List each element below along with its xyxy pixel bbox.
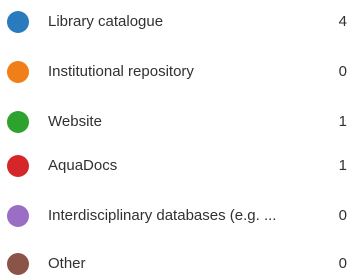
legend-color-dot bbox=[7, 155, 29, 177]
response-legend: Library catalogue 4 Institutional reposi… bbox=[0, 0, 354, 275]
legend-color-dot bbox=[7, 253, 29, 275]
legend-color-dot bbox=[7, 11, 29, 33]
legend-item-aquadocs: AquaDocs 1 bbox=[0, 151, 354, 181]
legend-item-label: Institutional repository bbox=[48, 63, 194, 80]
legend-item-label: Website bbox=[48, 113, 102, 130]
legend-item-library-catalogue: Library catalogue 4 bbox=[0, 7, 354, 37]
legend-color-dot bbox=[7, 205, 29, 227]
legend-item-count: 1 bbox=[338, 113, 347, 130]
legend-item-label: AquaDocs bbox=[48, 157, 118, 174]
legend-item-count: 1 bbox=[338, 157, 347, 174]
legend-item-website: Website 1 bbox=[0, 107, 354, 137]
legend-item-label: Library catalogue bbox=[48, 13, 164, 30]
legend-item-interdisciplinary-databases: Interdisciplinary databases (e.g. ... 0 bbox=[0, 201, 354, 231]
legend-color-dot bbox=[7, 111, 29, 133]
legend-item-institutional-repository: Institutional repository 0 bbox=[0, 57, 354, 87]
legend-item-label: Interdisciplinary databases (e.g. ... bbox=[48, 207, 277, 224]
legend-item-count: 4 bbox=[338, 13, 347, 30]
legend-item-other: Other 0 bbox=[0, 249, 354, 279]
legend-item-count: 0 bbox=[338, 255, 347, 272]
legend-item-count: 0 bbox=[338, 63, 347, 80]
legend-color-dot bbox=[7, 61, 29, 83]
legend-item-count: 0 bbox=[338, 207, 347, 224]
legend-item-label: Other bbox=[48, 255, 86, 272]
